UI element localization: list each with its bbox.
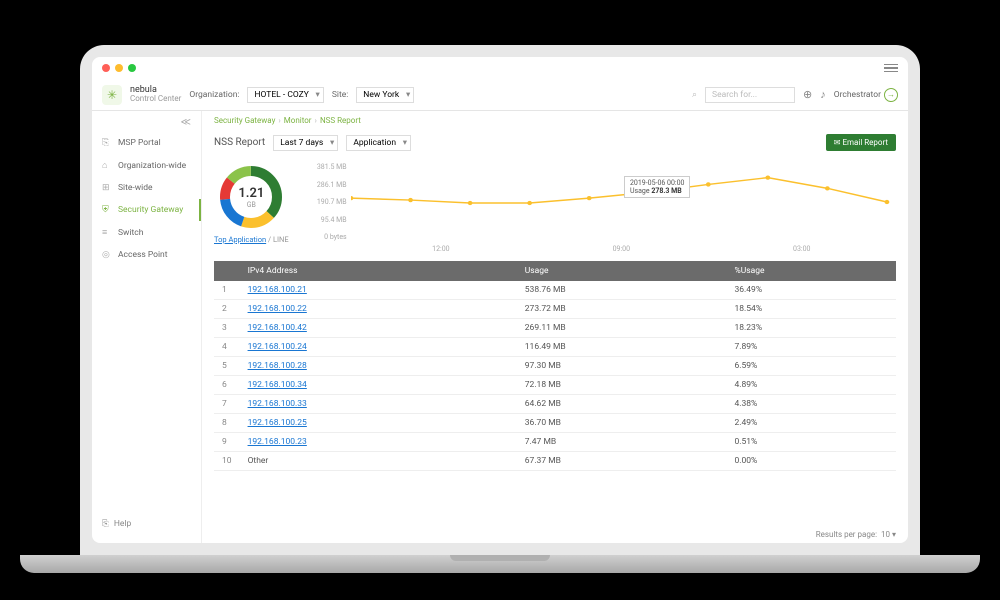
donut-unit: GB <box>247 201 256 209</box>
top-application-link[interactable]: Top Application <box>214 235 266 244</box>
search-input[interactable]: Search for... <box>705 87 795 103</box>
orchestrator-toggle[interactable]: Orchestrator → <box>834 88 898 102</box>
close-dot[interactable] <box>102 64 110 72</box>
chart-tooltip: 2019-05-06 00:00 Usage 278.3 MB <box>624 176 691 198</box>
help-icon: ⎘ <box>102 519 109 529</box>
sidebar-item-access-point[interactable]: ◎Access Point <box>92 244 201 266</box>
donut-value: 1.21 <box>238 186 264 201</box>
page-title: NSS Report <box>214 137 265 148</box>
table-row: 1192.168.100.21538.76 MB36.49% <box>214 281 896 300</box>
table-row: 4192.168.100.24116.49 MB7.89% <box>214 338 896 357</box>
range-select[interactable]: Last 7 days <box>273 135 338 151</box>
sidebar-item-switch[interactable]: ≡Switch <box>92 221 201 244</box>
table-row: 2192.168.100.22273.72 MB18.54% <box>214 300 896 319</box>
results-per-page[interactable]: Results per page: 10 ▾ <box>202 526 908 543</box>
org-label: Organization: <box>189 90 239 100</box>
org-select[interactable]: HOTEL - COZY <box>247 87 323 103</box>
nav-icon: ⊞ <box>102 183 112 193</box>
bell-icon[interactable]: ♪ <box>820 88 826 101</box>
sidebar-item-security-gateway[interactable]: ⛨Security Gateway <box>92 199 201 221</box>
table-row: 6192.168.100.3472.18 MB4.89% <box>214 376 896 395</box>
ip-link[interactable]: 192.168.100.33 <box>248 399 307 409</box>
ip-link[interactable]: 192.168.100.21 <box>248 285 307 295</box>
site-label: Site: <box>332 90 348 100</box>
email-report-button[interactable]: ✉ Email Report <box>826 134 896 151</box>
table-row: 3192.168.100.42269.11 MB18.23% <box>214 319 896 338</box>
table-row: 8192.168.100.2536.70 MB2.49% <box>214 414 896 433</box>
collapse-sidebar[interactable]: ≪ <box>92 117 201 132</box>
ip-link[interactable]: 192.168.100.25 <box>248 418 307 428</box>
logo-icon: ✳ <box>102 85 122 105</box>
sidebar-item-site-wide[interactable]: ⊞Site-wide <box>92 177 201 199</box>
sidebar: ≪ ⎘MSP Portal⌂Organization-wide⊞Site-wid… <box>92 111 202 543</box>
usage-line-chart: 381.5 MB286.1 MB190.7 MB95.4 MB0 bytes 2… <box>305 163 896 253</box>
table-row: 5192.168.100.2897.30 MB6.59% <box>214 357 896 376</box>
menu-icon[interactable] <box>884 64 898 73</box>
site-select[interactable]: New York <box>356 87 414 103</box>
nav-icon: ⛨ <box>102 205 112 215</box>
brand-sub: Control Center <box>130 95 181 103</box>
ip-link[interactable]: 192.168.100.23 <box>248 437 307 447</box>
breadcrumb: Security Gateway›Monitor›NSS Report <box>202 111 908 130</box>
maximize-dot[interactable] <box>128 64 136 72</box>
sidebar-item-msp-portal[interactable]: ⎘MSP Portal <box>92 132 201 154</box>
ip-link[interactable]: 192.168.100.24 <box>248 342 307 352</box>
minimize-dot[interactable] <box>115 64 123 72</box>
ip-link[interactable]: 192.168.100.28 <box>248 361 307 371</box>
nav-icon: ◎ <box>102 250 112 260</box>
table-row: 10Other67.37 MB0.00% <box>214 452 896 471</box>
nav-icon: ⌂ <box>102 160 112 171</box>
nav-icon: ⎘ <box>102 138 112 148</box>
ip-link[interactable]: 192.168.100.34 <box>248 380 307 390</box>
nav-icon: ≡ <box>102 227 112 238</box>
window-controls[interactable] <box>102 64 136 72</box>
usage-donut: 1.21 GB <box>217 163 285 231</box>
brand: nebula Control Center <box>130 86 181 103</box>
globe-icon[interactable]: ⊕ <box>803 88 812 101</box>
usage-table: IPv4 AddressUsage%Usage 1192.168.100.215… <box>202 261 908 526</box>
sidebar-item-organization-wide[interactable]: ⌂Organization-wide <box>92 154 201 177</box>
search-icon: ⌕ <box>692 90 697 100</box>
arrow-icon: → <box>884 88 898 102</box>
ip-link[interactable]: 192.168.100.22 <box>248 304 307 314</box>
table-row: 9192.168.100.237.47 MB0.51% <box>214 433 896 452</box>
group-select[interactable]: Application <box>346 135 411 151</box>
help-link[interactable]: ⎘ Help <box>92 511 201 537</box>
table-row: 7192.168.100.3364.62 MB4.38% <box>214 395 896 414</box>
ip-link[interactable]: 192.168.100.42 <box>248 323 307 333</box>
